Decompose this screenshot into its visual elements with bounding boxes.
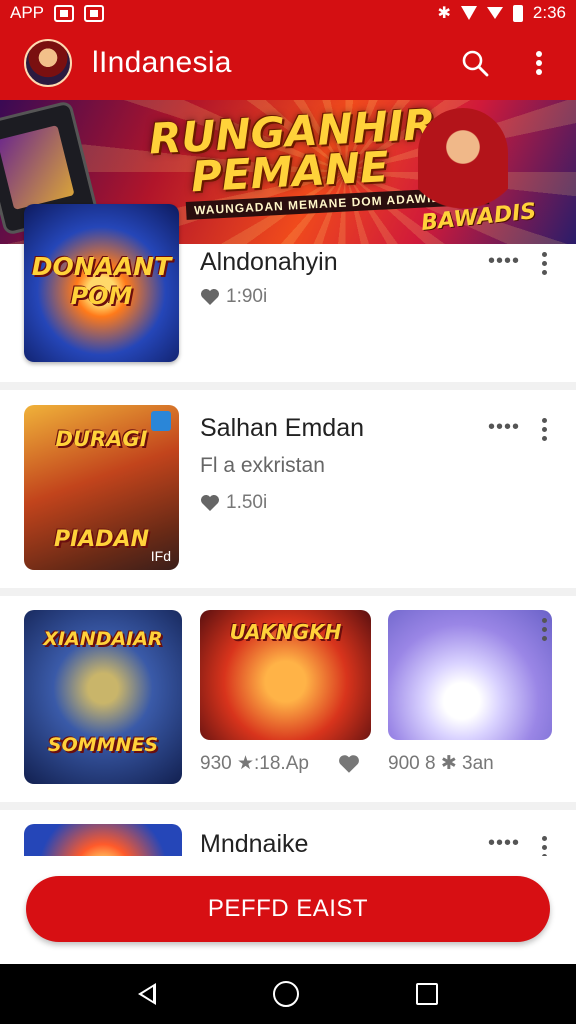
more-horiz-icon[interactable]: ••••: [488, 250, 520, 273]
battery-icon: [512, 4, 523, 22]
heart-icon: [201, 495, 219, 511]
item-likes: 1:90i: [226, 286, 268, 307]
heart-icon: [201, 289, 219, 305]
search-icon[interactable]: [458, 46, 492, 80]
status-bar: APP ✱ 2:36: [0, 0, 576, 26]
status-app-label: APP: [10, 3, 45, 22]
game-thumbnail[interactable]: DURAGI PIADAN IFd: [24, 405, 179, 570]
more-vert-icon[interactable]: [536, 418, 552, 441]
screenshot-icon: [54, 4, 75, 22]
heart-icon[interactable]: [338, 754, 360, 774]
thumb-title: UAKNGKH: [229, 620, 342, 644]
more-vert-icon[interactable]: [536, 252, 552, 275]
signal-icon: [486, 7, 503, 19]
bottom-action-area: PEFFD EAIST: [0, 856, 576, 964]
home-icon[interactable]: [272, 981, 299, 1007]
thumb-subtitle: POM: [70, 282, 133, 310]
item-meta: 1.50i: [200, 492, 267, 514]
wifi-icon: [460, 6, 477, 20]
system-nav-bar: [0, 964, 576, 1024]
item-subtitle: Fl a exkristan: [200, 454, 325, 477]
app-title: lIndanesia: [92, 46, 232, 79]
list-item[interactable]: DONAANT POM Alndonahyin 1:90i ••••: [0, 204, 576, 382]
gallery-row: XIANDAIAR SOMMNES UAKNGKH 930 ★:18.Ap 90…: [0, 596, 576, 802]
item-meta: 1:90i: [200, 286, 267, 308]
thumb-subtitle: SOMMNES: [47, 734, 159, 756]
back-icon[interactable]: [138, 983, 157, 1005]
gallery-thumbnail[interactable]: XIANDAIAR SOMMNES: [24, 610, 182, 784]
app-bar: lIndanesia: [0, 26, 576, 100]
game-thumbnail[interactable]: DONAANT POM: [24, 204, 179, 362]
list-item[interactable]: DURAGI PIADAN IFd Salhan Emdan Fl a exkr…: [0, 390, 576, 588]
item-title: Alndonahyin: [200, 248, 338, 276]
item-title: Mndnaike: [200, 830, 309, 856]
gallery-meta-right-text: 900 8 ✱ 3an: [388, 753, 494, 774]
more-vert-icon[interactable]: [536, 618, 552, 641]
bluetooth-icon: ✱: [437, 5, 451, 22]
notification-icon: [84, 4, 105, 22]
game-thumbnail[interactable]: [24, 824, 182, 856]
item-title: Salhan Emdan: [200, 414, 365, 442]
item-likes: 1.50i: [226, 492, 268, 513]
edit-icon: [151, 411, 171, 431]
thumb-corner-label: IFd: [150, 548, 171, 564]
gallery-thumbnail[interactable]: UAKNGKH: [200, 610, 371, 740]
banner-title: RUNGANHIR PEMANE: [148, 100, 439, 201]
gallery-thumbnail[interactable]: [388, 610, 552, 740]
more-vert-icon[interactable]: [536, 836, 552, 856]
thumb-title: XIANDAIAR: [43, 628, 163, 650]
gallery-meta-left: 930 ★:18.Ap: [200, 752, 309, 775]
primary-action-button[interactable]: PEFFD EAIST: [26, 876, 550, 942]
gallery-meta-right: 900 8 ✱ 3an: [388, 752, 494, 775]
avatar[interactable]: [24, 39, 72, 87]
list-item[interactable]: Mndnaike ••••: [0, 810, 576, 856]
more-horiz-icon[interactable]: ••••: [488, 416, 520, 439]
gallery-meta-left-text: 930 ★:18.Ap: [200, 753, 309, 774]
status-time: 2:36: [532, 3, 566, 22]
more-vert-icon[interactable]: [522, 46, 556, 80]
recents-icon[interactable]: [415, 983, 438, 1005]
more-horiz-icon[interactable]: ••••: [488, 832, 520, 855]
thumb-title: DONAANT: [31, 252, 172, 281]
